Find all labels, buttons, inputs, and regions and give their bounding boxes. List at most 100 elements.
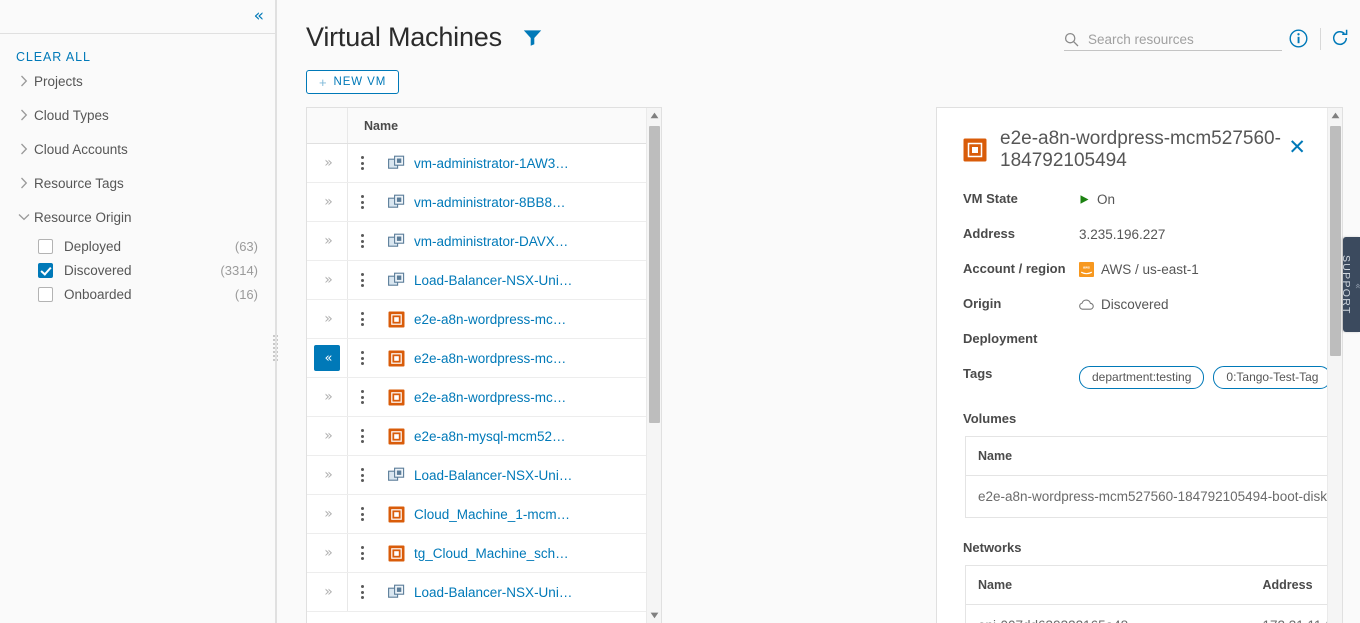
scroll-up-arrow-icon[interactable] bbox=[647, 108, 661, 123]
kebab-menu-icon[interactable] bbox=[360, 390, 364, 404]
filter-option-discovered[interactable]: Discovered (3314) bbox=[38, 258, 276, 282]
vm-name-link[interactable]: Load-Balancer-NSX-Uni… bbox=[414, 273, 572, 288]
info-circle-icon[interactable] bbox=[1289, 29, 1308, 51]
kebab-menu-icon[interactable] bbox=[360, 546, 364, 560]
filter-group-cloud-types[interactable]: Cloud Types bbox=[14, 98, 276, 132]
expand-row-icon[interactable]: » bbox=[324, 311, 332, 327]
vm-name-link[interactable]: Cloud_Machine_1-mcm… bbox=[414, 507, 570, 522]
expand-row-icon[interactable]: » bbox=[324, 467, 332, 483]
row-actions-menu[interactable] bbox=[348, 195, 376, 209]
vm-list-row[interactable]: » vm-administrator-DAVX… bbox=[307, 222, 661, 261]
vm-name-link[interactable]: tg_Cloud_Machine_sch… bbox=[414, 546, 569, 561]
vm-name-link[interactable]: Load-Balancer-NSX-Uni… bbox=[414, 585, 572, 600]
vm-list-row[interactable]: » e2e-a8n-wordpress-mc… bbox=[307, 300, 661, 339]
vm-list-row[interactable]: «e2e-a8n-wordpress-mc…〈 bbox=[307, 339, 661, 378]
checkbox-onboarded[interactable] bbox=[38, 286, 53, 302]
expand-row-icon[interactable]: » bbox=[324, 272, 332, 288]
expand-row-icon[interactable]: » bbox=[324, 233, 332, 249]
row-actions-menu[interactable] bbox=[348, 429, 376, 443]
row-actions-menu[interactable] bbox=[348, 273, 376, 287]
clear-all-button[interactable]: CLEAR ALL bbox=[16, 50, 276, 64]
kebab-menu-icon[interactable] bbox=[360, 234, 364, 248]
expand-row-cell[interactable]: » bbox=[307, 144, 348, 182]
expand-row-cell[interactable]: » bbox=[307, 495, 348, 533]
kebab-menu-icon[interactable] bbox=[360, 195, 364, 209]
row-actions-menu[interactable] bbox=[348, 468, 376, 482]
tag-chip[interactable]: department:testing bbox=[1079, 366, 1205, 389]
vm-list-row[interactable]: » e2e-a8n-wordpress-mc… bbox=[307, 378, 661, 417]
expand-row-cell[interactable]: » bbox=[307, 378, 348, 416]
support-tab[interactable]: SUPPORT « bbox=[1340, 237, 1360, 332]
expand-row-icon[interactable]: » bbox=[324, 506, 332, 522]
expand-row-cell[interactable]: » bbox=[307, 222, 348, 260]
kebab-menu-icon[interactable] bbox=[360, 273, 364, 287]
filter-option-onboarded[interactable]: Onboarded (16) bbox=[38, 282, 276, 306]
filter-group-cloud-accounts[interactable]: Cloud Accounts bbox=[14, 132, 276, 166]
vm-name-link[interactable]: e2e-a8n-mysql-mcm52… bbox=[414, 429, 566, 444]
vm-name-link[interactable]: e2e-a8n-wordpress-mc… bbox=[414, 351, 566, 366]
vm-name-link[interactable]: e2e-a8n-wordpress-mc… bbox=[414, 312, 566, 327]
expand-row-icon[interactable]: » bbox=[324, 428, 332, 444]
search-box[interactable] bbox=[1064, 28, 1282, 51]
collapse-row-button[interactable]: « bbox=[314, 345, 340, 371]
filter-group-projects[interactable]: Projects bbox=[14, 64, 276, 98]
search-input[interactable] bbox=[1082, 31, 1272, 47]
kebab-menu-icon[interactable] bbox=[360, 507, 364, 521]
checkbox-discovered[interactable] bbox=[38, 262, 53, 278]
expand-row-cell[interactable]: » bbox=[307, 534, 348, 572]
scrollbar-thumb[interactable] bbox=[649, 126, 660, 423]
kebab-menu-icon[interactable] bbox=[360, 351, 364, 365]
expand-row-cell[interactable]: « bbox=[307, 339, 348, 377]
expand-row-cell[interactable]: » bbox=[307, 573, 348, 611]
close-icon[interactable]: ✕ bbox=[1288, 137, 1306, 158]
vm-name-link[interactable]: e2e-a8n-wordpress-mc… bbox=[414, 390, 566, 405]
vm-name-link[interactable]: vm-administrator-1AW3… bbox=[414, 156, 569, 171]
expand-row-cell[interactable]: » bbox=[307, 183, 348, 221]
filter-group-resource-origin[interactable]: Resource Origin bbox=[14, 200, 276, 234]
vm-list-row[interactable]: » Load-Balancer-NSX-Uni… bbox=[307, 261, 661, 300]
expand-row-icon[interactable]: » bbox=[324, 194, 332, 210]
expand-row-icon[interactable]: » bbox=[324, 155, 332, 171]
kebab-menu-icon[interactable] bbox=[360, 468, 364, 482]
vm-list-row[interactable]: » Cloud_Machine_1-mcm… bbox=[307, 495, 661, 534]
scroll-up-arrow-icon[interactable] bbox=[1328, 108, 1342, 123]
filter-funnel-icon[interactable] bbox=[523, 29, 542, 46]
row-actions-menu[interactable] bbox=[348, 546, 376, 560]
vm-list-row[interactable]: » Load-Balancer-NSX-Uni… bbox=[307, 573, 661, 612]
expand-row-cell[interactable]: » bbox=[307, 417, 348, 455]
new-vm-button[interactable]: + NEW VM bbox=[306, 70, 400, 94]
row-actions-menu[interactable] bbox=[348, 585, 376, 599]
kebab-menu-icon[interactable] bbox=[360, 156, 364, 170]
vm-list-row[interactable]: » tg_Cloud_Machine_sch… bbox=[307, 534, 661, 573]
row-actions-menu[interactable] bbox=[348, 390, 376, 404]
row-actions-menu[interactable] bbox=[348, 234, 376, 248]
vm-list-scrollbar[interactable] bbox=[646, 108, 661, 623]
scrollbar-thumb[interactable] bbox=[1330, 126, 1341, 356]
checkbox-deployed[interactable] bbox=[38, 238, 53, 254]
vm-name-link[interactable]: Load-Balancer-NSX-Uni… bbox=[414, 468, 572, 483]
refresh-icon[interactable] bbox=[1330, 28, 1350, 51]
vm-name-link[interactable]: vm-administrator-DAVX… bbox=[414, 234, 568, 249]
detail-panel-scrollbar[interactable] bbox=[1327, 108, 1342, 623]
kebab-menu-icon[interactable] bbox=[360, 585, 364, 599]
filter-group-resource-tags[interactable]: Resource Tags bbox=[14, 166, 276, 200]
vm-list-row[interactable]: » vm-administrator-1AW3… bbox=[307, 144, 661, 183]
expand-row-icon[interactable]: » bbox=[324, 545, 332, 561]
expand-row-icon[interactable]: » bbox=[324, 389, 332, 405]
vm-list-row[interactable]: » e2e-a8n-mysql-mcm52… bbox=[307, 417, 661, 456]
row-actions-menu[interactable] bbox=[348, 312, 376, 326]
tag-chip[interactable]: 0:Tango-Test-Tag bbox=[1213, 366, 1332, 389]
expand-row-cell[interactable]: » bbox=[307, 261, 348, 299]
kebab-menu-icon[interactable] bbox=[360, 429, 364, 443]
expand-row-icon[interactable]: » bbox=[324, 584, 332, 600]
row-actions-menu[interactable] bbox=[348, 156, 376, 170]
scroll-down-arrow-icon[interactable] bbox=[647, 608, 661, 623]
filter-option-deployed[interactable]: Deployed (63) bbox=[38, 234, 276, 258]
expand-row-cell[interactable]: » bbox=[307, 456, 348, 494]
vm-name-link[interactable]: vm-administrator-8BB8… bbox=[414, 195, 566, 210]
double-chevron-left-icon[interactable]: « bbox=[254, 8, 265, 25]
kebab-menu-icon[interactable] bbox=[360, 312, 364, 326]
vm-list-row[interactable]: » vm-administrator-8BB8… bbox=[307, 183, 661, 222]
row-actions-menu[interactable] bbox=[348, 351, 376, 365]
row-actions-menu[interactable] bbox=[348, 507, 376, 521]
